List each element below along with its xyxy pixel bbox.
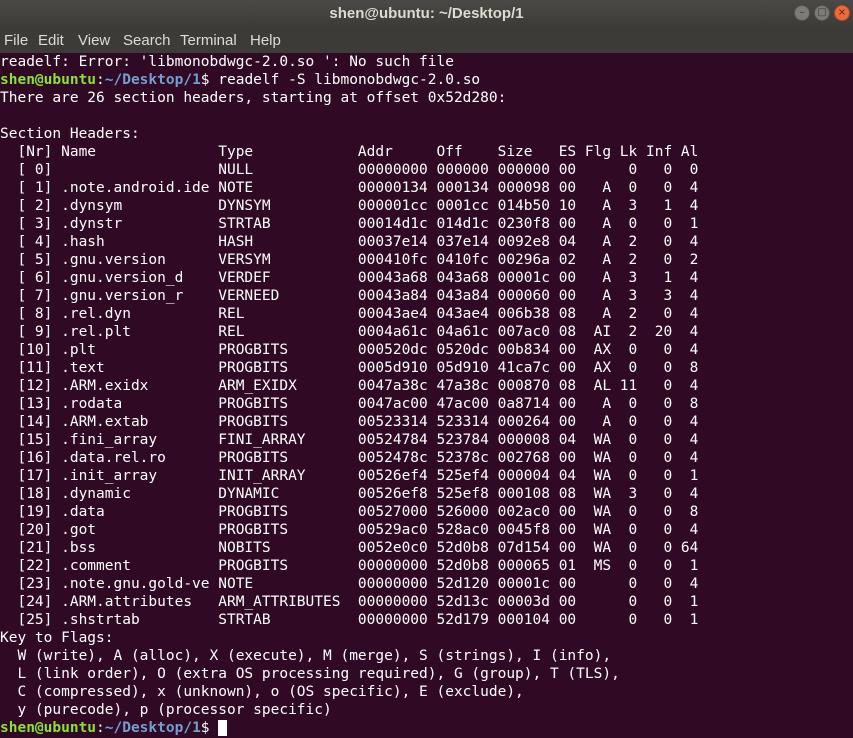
section-row: [13] .rodata PROGBITS 0047ac00 47ac00 0a… [0,396,699,412]
menu-file[interactable]: File [4,28,28,53]
section-row: [ 8] .rel.dyn REL 00043ae4 043ae4 006b38… [0,306,699,322]
menu-terminal[interactable]: Terminal [180,28,237,53]
section-row: [23] .note.gnu.gold-ve NOTE 00000000 52d… [0,576,699,592]
error-line: readelf: Error: 'libmonobdwgc-2.0.so ': … [0,54,454,70]
flags-title: Key to Flags: [0,630,114,646]
section-row: [18] .dynamic DYNAMIC 00526ef8 525ef8 00… [0,486,699,502]
menu-bar: File Edit View Search Terminal Help [0,28,853,53]
section-row: [16] .data.rel.ro PROGBITS 0052478c 5237… [0,450,699,466]
flags-line: y (purecode), p (processor specific) [0,702,332,718]
section-row: [ 0] NULL 00000000 000000 000000 00 0 0 … [0,162,699,178]
section-row: [12] .ARM.exidx ARM_EXIDX 0047a38c 47a38… [0,378,699,394]
command-line: shen@ubuntu:~/Desktop/1$ readelf -S libm… [0,71,698,89]
section-row: [24] .ARM.attributes ARM_ATTRIBUTES 0000… [0,594,699,610]
prompt-colon: : [96,720,105,736]
command-text: readelf -S libmonobdwgc-2.0.so [218,72,481,88]
section-row: [17] .init_array INIT_ARRAY 00526ef4 525… [0,468,699,484]
section-row: [ 9] .rel.plt REL 0004a61c 04a61c 007ac0… [0,324,699,340]
section-row: [ 2] .dynsym DYNSYM 000001cc 0001cc 014b… [0,198,699,214]
section-row: [15] .fini_array FINI_ARRAY 00524784 523… [0,432,699,448]
close-icon[interactable]: × [834,5,850,21]
prompt-symbol: $ [200,720,219,736]
menu-help[interactable]: Help [250,28,281,53]
summary-line: There are 26 section headers, starting a… [0,90,507,106]
section-row: [14] .ARM.extab PROGBITS 00523314 523314… [0,414,699,430]
section-row: [25] .shstrtab STRTAB 00000000 52d179 00… [0,612,699,628]
prompt-user: shen@ubuntu [0,720,97,736]
terminal-output[interactable]: readelf: Error: 'libmonobdwgc-2.0.so ': … [0,53,853,738]
prompt-symbol: $ [200,72,219,88]
prompt-user: shen@ubuntu [0,72,97,88]
window-title: shen@ubuntu: ~/Desktop/1 [329,5,524,22]
flags-line: L (link order), O (extra OS processing r… [0,666,620,682]
text-cursor [218,720,228,736]
section-header-row: [Nr] Name Type Addr Off Size ES Flg Lk I… [0,144,699,160]
section-headers-title: Section Headers: [0,126,140,142]
menu-search[interactable]: Search [123,28,171,53]
menu-edit[interactable]: Edit [38,28,64,53]
section-row: [20] .got PROGBITS 00529ac0 528ac0 0045f… [0,522,699,538]
prompt-path: ~/Desktop/1 [104,720,201,736]
section-row: [10] .plt PROGBITS 000520dc 0520dc 00b83… [0,342,699,358]
current-prompt-line[interactable]: shen@ubuntu:~/Desktop/1$ [0,719,698,737]
title-bar[interactable]: shen@ubuntu: ~/Desktop/1 – □ × [0,0,853,28]
section-row: [21] .bss NOBITS 0052e0c0 52d0b8 07d154 … [0,540,699,556]
section-row: [ 6] .gnu.version_d VERDEF 00043a68 043a… [0,270,699,286]
flags-line: C (compressed), x (unknown), o (OS speci… [0,684,524,700]
section-row: [ 5] .gnu.version VERSYM 000410fc 0410fc… [0,252,699,268]
menu-view[interactable]: View [78,28,110,53]
flags-line: W (write), A (alloc), X (execute), M (me… [0,648,612,664]
minimize-icon[interactable]: – [794,5,810,21]
section-row: [19] .data PROGBITS 00527000 526000 002a… [0,504,699,520]
section-row: [ 4] .hash HASH 00037e14 037e14 0092e8 0… [0,234,699,250]
maximize-icon[interactable]: □ [814,5,830,21]
prompt-colon: : [96,72,105,88]
section-row: [ 1] .note.android.ide NOTE 00000134 000… [0,180,699,196]
section-row: [22] .comment PROGBITS 00000000 52d0b8 0… [0,558,699,574]
section-row: [ 3] .dynstr STRTAB 00014d1c 014d1c 0230… [0,216,699,232]
section-row: [ 7] .gnu.version_r VERNEED 00043a84 043… [0,288,699,304]
section-row: [11] .text PROGBITS 0005d910 05d910 41ca… [0,360,699,376]
prompt-path: ~/Desktop/1 [104,72,201,88]
